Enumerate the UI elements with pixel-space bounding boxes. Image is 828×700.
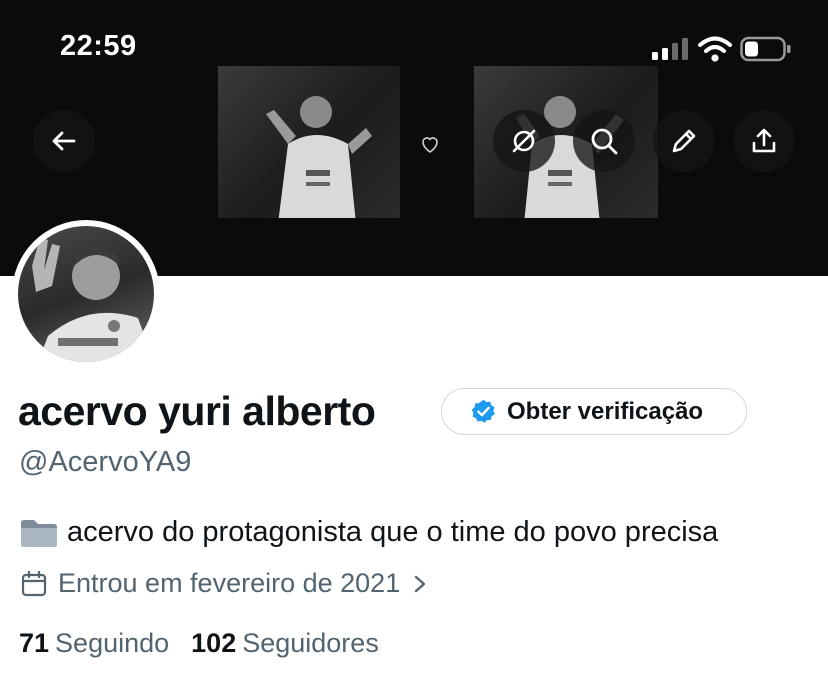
join-date[interactable]: Entrou em fevereiro de 2021 — [20, 568, 430, 599]
get-verified-button[interactable]: Obter verificação — [441, 388, 747, 435]
translate-toggle-button[interactable] — [493, 110, 555, 172]
folder-icon — [21, 519, 57, 547]
follow-stats: 71 Seguindo 102 Seguidores — [19, 628, 401, 659]
calendar-icon — [21, 570, 47, 596]
share-button[interactable] — [733, 110, 795, 172]
battery-icon — [740, 36, 791, 62]
back-button[interactable] — [33, 110, 95, 172]
bio-text: acervo do protagonista que o time do pov… — [67, 516, 719, 548]
player-photo-image — [266, 96, 372, 218]
display-name: acervo yuri alberto — [18, 388, 376, 434]
cellular-signal-icon — [652, 38, 688, 60]
profile-bio: acervo do protagonista que o time do pov… — [19, 516, 819, 549]
chevron-right-icon — [415, 575, 426, 592]
pencil-icon — [672, 129, 696, 153]
wifi-icon — [698, 36, 732, 62]
banner-photo-left — [218, 66, 400, 218]
arrow-left-icon — [52, 131, 76, 151]
search-icon — [591, 128, 618, 155]
share-upload-icon — [752, 128, 776, 153]
followers-label: Seguidores — [242, 628, 379, 658]
following-link[interactable]: 71 Seguindo — [19, 628, 169, 659]
status-time: 22:59 — [60, 30, 137, 62]
profile-handle: @AcervoYA9 — [19, 446, 192, 478]
heart-icon — [422, 137, 438, 153]
profile-screen: 22:59 acervo yuri alberto Obter verifica… — [0, 0, 828, 700]
profile-avatar[interactable] — [12, 220, 160, 368]
translate-off-icon — [512, 129, 536, 153]
followers-link[interactable]: 102 Seguidores — [191, 628, 379, 659]
edit-button[interactable] — [653, 110, 715, 172]
avatar-image — [18, 226, 154, 362]
following-count: 71 — [19, 628, 50, 658]
player-photo-image — [32, 238, 154, 362]
verified-badge-icon — [471, 399, 495, 423]
join-date-text: Entrou em fevereiro de 2021 — [58, 568, 401, 598]
following-label: Seguindo — [55, 628, 170, 658]
followers-count: 102 — [191, 628, 237, 658]
search-button[interactable] — [573, 110, 635, 172]
get-verified-label: Obter verificação — [507, 397, 704, 425]
